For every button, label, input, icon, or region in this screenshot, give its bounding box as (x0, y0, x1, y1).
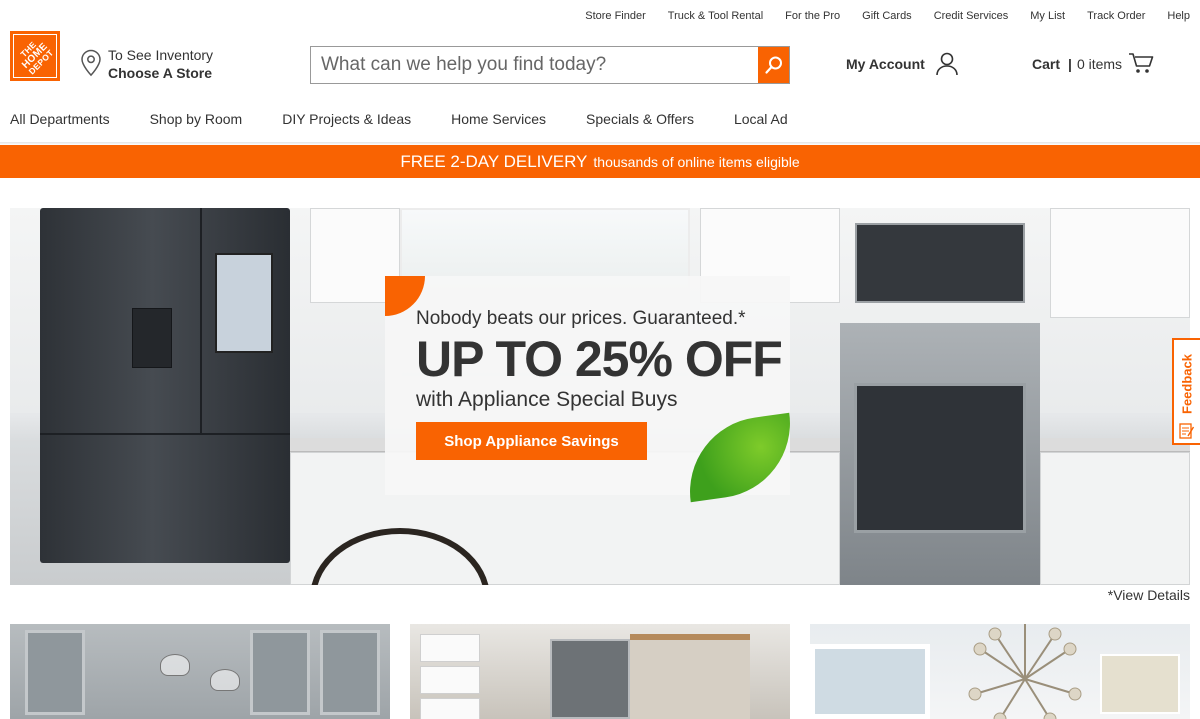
cart-label: Cart (1032, 56, 1061, 72)
my-account-label: My Account (846, 56, 925, 72)
nav-local-ad[interactable]: Local Ad (734, 111, 788, 127)
promo-tile-kitchen-cabinets[interactable] (10, 624, 390, 719)
nav-home-services[interactable]: Home Services (451, 111, 546, 127)
help-link[interactable]: Help (1167, 10, 1190, 22)
nav-shop-by-room[interactable]: Shop by Room (150, 111, 243, 127)
cart-icon (1129, 53, 1154, 73)
hero-banner[interactable]: Nobody beats our prices. Guaranteed.* UP… (10, 208, 1190, 585)
pendant-lamp-image (160, 654, 190, 676)
search-button[interactable] (758, 47, 789, 83)
view-details-link[interactable]: *View Details (1108, 587, 1190, 603)
pendant-lamp-image (210, 669, 240, 691)
feedback-label: Feedback (1179, 354, 1195, 414)
refrigerator-image (40, 208, 290, 563)
store-prompt: To See Inventory (108, 47, 214, 63)
hero-offer-card: Nobody beats our prices. Guaranteed.* UP… (385, 276, 800, 503)
free-delivery-banner[interactable]: FREE 2-DAY DELIVERY thousands of online … (0, 145, 1200, 178)
search-icon (764, 56, 782, 74)
nav-diy-projects[interactable]: DIY Projects & Ideas (282, 111, 411, 127)
search-input[interactable] (311, 47, 758, 83)
gift-cards-link[interactable]: Gift Cards (862, 10, 912, 22)
feedback-icon (1179, 423, 1195, 439)
my-account-link[interactable]: My Account (846, 52, 959, 76)
hero-subheadline: with Appliance Special Buys (416, 388, 678, 411)
hero-guarantee-text: Nobody beats our prices. Guaranteed.* (416, 308, 746, 329)
nav-specials-offers[interactable]: Specials & Offers (586, 111, 694, 127)
map-pin-icon (81, 49, 101, 77)
shop-appliance-savings-button[interactable]: Shop Appliance Savings (416, 422, 647, 460)
feedback-tab[interactable]: Feedback (1172, 338, 1200, 445)
cart-separator: | (1068, 56, 1072, 72)
user-icon (936, 52, 958, 76)
nav-all-departments[interactable]: All Departments (10, 111, 110, 127)
home-depot-logo[interactable]: THE HOME DEPOT (10, 31, 60, 81)
credit-services-link[interactable]: Credit Services (934, 10, 1009, 22)
truck-tool-rental-link[interactable]: Truck & Tool Rental (668, 10, 763, 22)
my-list-link[interactable]: My List (1030, 10, 1065, 22)
cart-count: 0 items (1076, 56, 1123, 72)
utility-links: Store Finder Truck & Tool Rental For the… (585, 10, 1190, 22)
search-bar (310, 46, 790, 84)
choose-store-link[interactable]: To See Inventory Choose A Store (80, 46, 213, 83)
store-finder-link[interactable]: Store Finder (585, 10, 646, 22)
cart-link[interactable]: Cart | 0 items (1032, 53, 1154, 74)
chandelier-image (968, 624, 1082, 719)
microwave-image (855, 223, 1025, 303)
promo-tile-kitchen-appliances[interactable] (410, 624, 790, 719)
promo-tile-lighting[interactable] (810, 624, 1190, 719)
promo-headline: FREE 2-DAY DELIVERY (400, 151, 588, 171)
choose-store-label: Choose A Store (108, 65, 212, 81)
green-leaf-graphic (680, 412, 800, 503)
for-the-pro-link[interactable]: For the Pro (785, 10, 840, 22)
track-order-link[interactable]: Track Order (1087, 10, 1145, 22)
hero-headline: UP TO 25% OFF (416, 331, 783, 387)
main-nav: All Departments Shop by Room DIY Project… (10, 111, 788, 127)
promo-subtext: thousands of online items eligible (593, 153, 800, 170)
range-image (840, 323, 1040, 585)
